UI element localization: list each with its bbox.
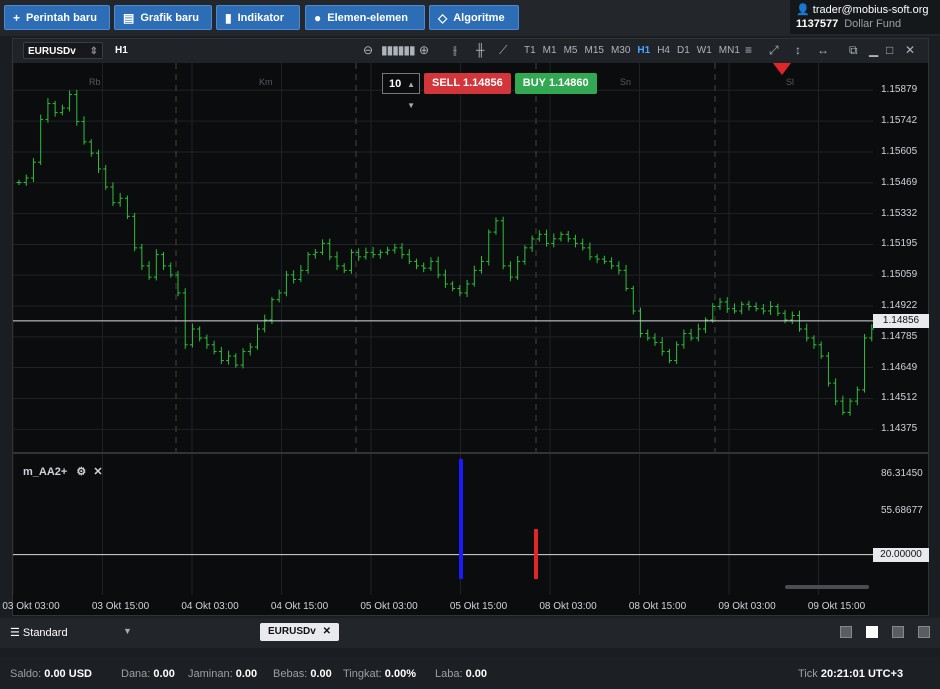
new-order-button[interactable]: + Perintah baru: [4, 5, 110, 30]
time-tick-label: 04 Okt 15:00: [270, 601, 329, 612]
chart-tab[interactable]: EURUSDv ✕: [260, 623, 339, 641]
price-tick-label: 1.14649: [881, 361, 918, 373]
close-icon[interactable]: ✕: [93, 466, 102, 478]
chevron-down-icon[interactable]: ▼: [123, 626, 132, 636]
balance-value: 0.00: [44, 668, 66, 680]
new-chart-button[interactable]: ▤ Grafik baru: [114, 5, 212, 30]
price-tick-label: 1.15605: [881, 146, 918, 158]
horizontal-scrollbar: [785, 585, 869, 589]
session-label: Rb: [89, 77, 101, 87]
algorithm-button[interactable]: ◇ Algoritme: [429, 5, 519, 30]
session-label: Sn: [620, 77, 632, 87]
shapes-icon: ●: [314, 10, 322, 25]
time-tick-label: 04 Okt 03:00: [181, 601, 239, 612]
chart-icon: ▤: [123, 10, 135, 25]
price-tick-label: 1.14375: [881, 423, 918, 435]
plus-icon: +: [13, 10, 21, 25]
indicator-tick-label: 55.68677: [881, 505, 923, 517]
quantity-stepper[interactable]: 10 ▲ ▼: [382, 73, 420, 110]
account-email: trader@mobius-soft.org: [812, 4, 929, 16]
indicator-bar-red: [534, 529, 538, 579]
time-tick-label: 08 Okt 03:00: [539, 601, 597, 612]
sell-button[interactable]: SELL 1.14856: [424, 73, 511, 94]
chart-window: EURUSDv ⇕ H1 ⊖ ▮▮▮▮▮▮ ⊕ ⫲ ╫ ⟋ T1 M1 M5 M1…: [2, 38, 929, 617]
server-time: 20:21:01: [820, 668, 865, 680]
indicator-tick-label: 86.31450: [881, 467, 923, 479]
margin-value: 0.00: [235, 668, 258, 680]
price-tick-label: 1.14785: [881, 330, 918, 342]
time-axis: 03 Okt 03:00 03 Okt 15:00 04 Okt 03:00 04 O…: [2, 595, 873, 617]
bars-icon: ▮: [225, 10, 232, 25]
profit-value: 0.00: [465, 668, 488, 680]
indicator-header: m_AA2+ ⚙ ✕: [23, 465, 103, 478]
free-margin-value: 0.00: [310, 668, 332, 680]
close-icon[interactable]: ✕: [323, 626, 331, 637]
buy-button[interactable]: BUY 1.14860: [514, 73, 597, 94]
last-price-label: 1.14856: [873, 313, 929, 328]
indicator-button[interactable]: ▮ Indikator: [216, 5, 300, 30]
time-tick-label: 09 Okt 03:00: [718, 601, 776, 612]
layout-grid-icon[interactable]: [866, 626, 878, 638]
price-tick-label: 1.14922: [881, 300, 918, 312]
account-fund: Dollar Fund: [844, 18, 902, 30]
margin-level-value: 0.00%: [384, 668, 416, 680]
price-tick-label: 1.15742: [881, 115, 918, 127]
account-number: 1137577: [796, 18, 839, 30]
time-tick-label: 05 Okt 03:00: [360, 601, 418, 612]
main-toolbar: + Perintah baru ▤ Grafik baru ▮ Indikator ●…: [0, 0, 940, 36]
equity-value: 0.00: [153, 668, 175, 680]
price-tick-label: 1.15059: [881, 269, 918, 281]
user-icon: 👤: [796, 4, 810, 16]
price-chart[interactable]: [13, 39, 928, 615]
price-tick-label: 1.15469: [881, 176, 918, 188]
workspace-selector[interactable]: ☰ Standard: [10, 626, 68, 639]
one-click-trade: 10 ▲ ▼ SELL 1.14856 BUY 1.14860: [382, 73, 597, 110]
account-panel[interactable]: 👤 trader@mobius-soft.org 1137577 Dollar F…: [790, 0, 940, 34]
layout-columns-icon[interactable]: [892, 626, 904, 638]
indicator-name: m_AA2+: [23, 466, 68, 478]
indicator-bar-blue: [459, 459, 463, 579]
time-tick-label: 08 Okt 15:00: [628, 601, 687, 612]
diamond-icon: ◇: [438, 10, 448, 25]
gear-icon[interactable]: ⚙: [76, 466, 86, 478]
session-label: Km: [259, 77, 273, 87]
status-bar: Saldo: 0.00 USD Dana: 0.00 Jaminan: 0.00…: [0, 657, 940, 689]
price-tick-label: 1.15332: [881, 207, 918, 219]
time-tick-label: 03 Okt 15:00: [91, 601, 150, 612]
price-axis: 1.14856 1.15879 1.15742 1.15605 1.15469 1.15…: [873, 63, 929, 603]
layout-rows-icon[interactable]: [918, 626, 930, 638]
price-tick-label: 1.14512: [881, 392, 918, 404]
session-label: Sl: [786, 77, 795, 87]
stepper-arrows-icon[interactable]: ▲ ▼: [407, 74, 415, 116]
time-tick-label: 03 Okt 03:00: [2, 601, 60, 612]
price-tick-label: 1.15195: [881, 238, 918, 250]
alert-marker: [773, 63, 791, 75]
time-tick-label: 09 Okt 15:00: [807, 601, 866, 612]
time-tick-label: 05 Okt 15:00: [449, 601, 508, 612]
workspace-bar: ☰ Standard ▼ EURUSDv ✕: [0, 618, 940, 648]
indicator-level-label: 20.00000: [873, 547, 929, 562]
layout-single-icon[interactable]: [840, 626, 852, 638]
price-tick-label: 1.15879: [881, 84, 918, 96]
timezone: UTC+3: [867, 668, 904, 680]
elements-button[interactable]: ● Elemen-elemen: [305, 5, 425, 30]
